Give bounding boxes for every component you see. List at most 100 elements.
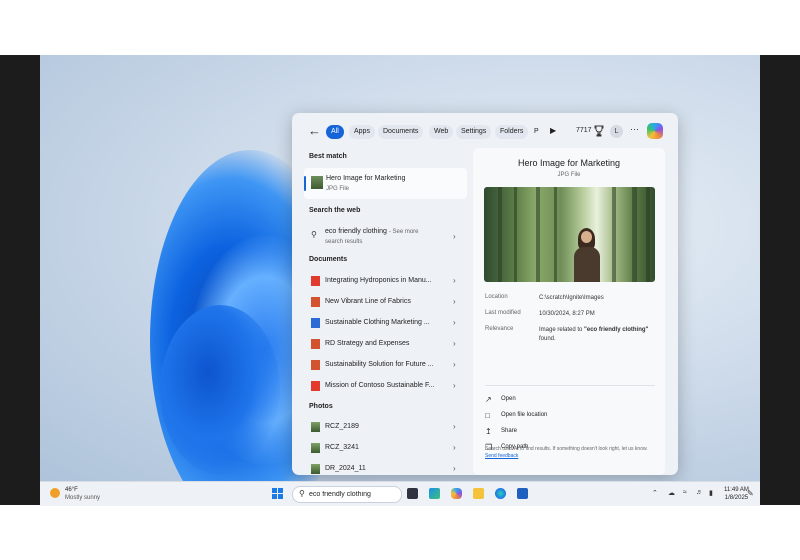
chevron-right-icon: › [453,318,456,327]
document-item[interactable]: RD Strategy and Expenses › [304,334,468,354]
modified-value: 10/30/2024, 8:27 PM [539,311,595,317]
document-name: Integrating Hydroponics in Manu... [325,277,432,284]
task-view-icon[interactable] [407,488,418,499]
person-body [574,247,600,282]
copilot-icon[interactable] [647,123,663,139]
clock[interactable]: 11:49 AM 1/8/2025 [724,486,749,502]
document-item[interactable]: Sustainable Clothing Marketing ... › [304,313,468,333]
taskbar: 46°F Mostly sunny ⚲ ⌃ ☁ ≈ ♬ ▮ 11:49 AM 1… [40,481,760,506]
bamboo-trunk [612,187,616,282]
web-search-item[interactable]: ⚲ eco friendly clothing - See more searc… [304,223,468,249]
best-match-subtitle: JPG File [326,186,350,192]
document-item[interactable]: Mission of Contoso Sustainable F... › [304,376,468,396]
pen-icon[interactable]: ✎ [747,489,756,498]
best-match-title: Hero Image for Marketing [326,175,406,182]
battery-icon[interactable]: ▮ [709,489,713,497]
copilot-app-icon[interactable] [451,488,462,499]
document-item[interactable]: New Vibrant Line of Fabrics › [304,292,468,312]
letterbox-right [760,55,800,505]
document-name: New Vibrant Line of Fabrics [325,298,411,305]
preview-pane: Hero Image for Marketing JPG File Locati… [473,148,665,475]
document-item[interactable]: Integrating Hydroponics in Manu... › [304,271,468,291]
weather-widget[interactable]: 46°F Mostly sunny [65,486,100,502]
photo-item[interactable]: RCZ_2189 › [304,417,468,437]
bamboo-trunk [632,187,637,282]
document-name: Mission of Contoso Sustainable F... [325,382,435,389]
file-explorer-icon[interactable] [473,488,484,499]
chevron-right-icon: › [453,443,456,452]
tab-web[interactable]: Web [429,125,454,139]
photo-item[interactable]: DR_2024_11 › [304,459,468,475]
ppt-icon [311,297,320,307]
chevron-right-icon: › [453,339,456,348]
volume-icon[interactable]: ♬ [696,489,703,496]
document-name: Sustainable Clothing Marketing ... [325,319,430,326]
web-results-label: search results [325,239,363,245]
location-label: Location [485,294,508,300]
chevron-right-icon: › [453,422,456,431]
more-options-icon[interactable]: ⋯ [630,124,639,135]
relevance-term: "eco friendly clothing" [584,327,649,333]
wallpaper-bloom-shadow [160,305,280,475]
photo-thumbnail-icon [311,422,320,432]
search-icon: ⚲ [299,489,305,498]
chevron-right-icon: › [453,276,456,285]
photos-heading: Photos [309,403,333,410]
share-icon: ↥ [485,427,492,436]
best-match-item[interactable]: Hero Image for Marketing JPG File [304,168,467,199]
cloud-icon[interactable]: ☁ [668,489,675,497]
windows-start-icon[interactable] [272,488,284,500]
ppt-icon [311,339,320,349]
chevron-up-icon[interactable]: ⌃ [652,489,658,497]
photo-name: RCZ_2189 [325,423,359,430]
person-head [581,231,592,243]
person-figure [572,227,602,282]
chevron-right-icon: › [453,381,456,390]
disclaimer-text: Search uses AI to find results. If somet… [485,446,648,452]
tab-folders[interactable]: Folders [495,125,529,139]
modified-label: Last modified [485,310,521,316]
relevance-prefix: Image related to [539,327,583,333]
document-name: Sustainability Solution for Future ... [325,361,434,368]
preview-title: Hero Image for Marketing [517,158,621,168]
bamboo-trunk [498,187,502,282]
ppt-icon [311,360,320,370]
back-arrow-icon[interactable]: ← [308,124,322,138]
taskbar-search-input[interactable] [309,488,397,500]
edge-icon[interactable] [429,488,440,499]
trophy-icon[interactable] [594,125,604,137]
open-label: Open [501,396,516,402]
tab-apps[interactable]: Apps [349,125,375,139]
open-file-location-label: Open file location [501,412,548,418]
chevron-right-icon: › [453,232,456,241]
taskbar-search-box[interactable]: ⚲ [292,486,402,503]
tab-all[interactable]: All [326,125,344,139]
store-icon[interactable] [517,488,528,499]
document-name: RD Strategy and Expenses [325,340,410,347]
bamboo-trunk [554,187,557,282]
photo-item[interactable]: RCZ_3241 › [304,438,468,458]
rewards-points: 7717 [576,127,592,134]
search-filter-bar: ← All Apps Documents Web Settings Folder… [292,113,678,149]
location-value: C:\scratch\Ignite\Images [539,295,604,301]
chevron-right-icon: › [453,360,456,369]
tab-documents[interactable]: Documents [378,125,424,139]
image-thumbnail-icon [311,176,323,189]
bamboo-trunk [536,187,540,282]
photo-name: RCZ_3241 [325,444,359,451]
tab-settings[interactable]: Settings [456,125,492,139]
divider [485,385,655,386]
wifi-icon[interactable]: ≈ [683,489,687,496]
browser-icon[interactable] [495,488,506,499]
tab-photos-truncated[interactable]: P [532,125,541,139]
preview-subtitle: JPG File [557,172,581,178]
bamboo-trunk [646,187,650,282]
more-tabs-play-icon[interactable]: ▶ [550,126,556,135]
document-item[interactable]: Sustainability Solution for Future ... › [304,355,468,375]
sun-icon[interactable] [50,488,60,498]
word-icon [311,318,320,328]
preview-image[interactable] [484,187,655,282]
ai-disclaimer: Search uses AI to find results. If somet… [485,446,655,460]
send-feedback-link[interactable]: Send feedback [485,453,518,459]
user-avatar[interactable]: L [610,125,623,138]
